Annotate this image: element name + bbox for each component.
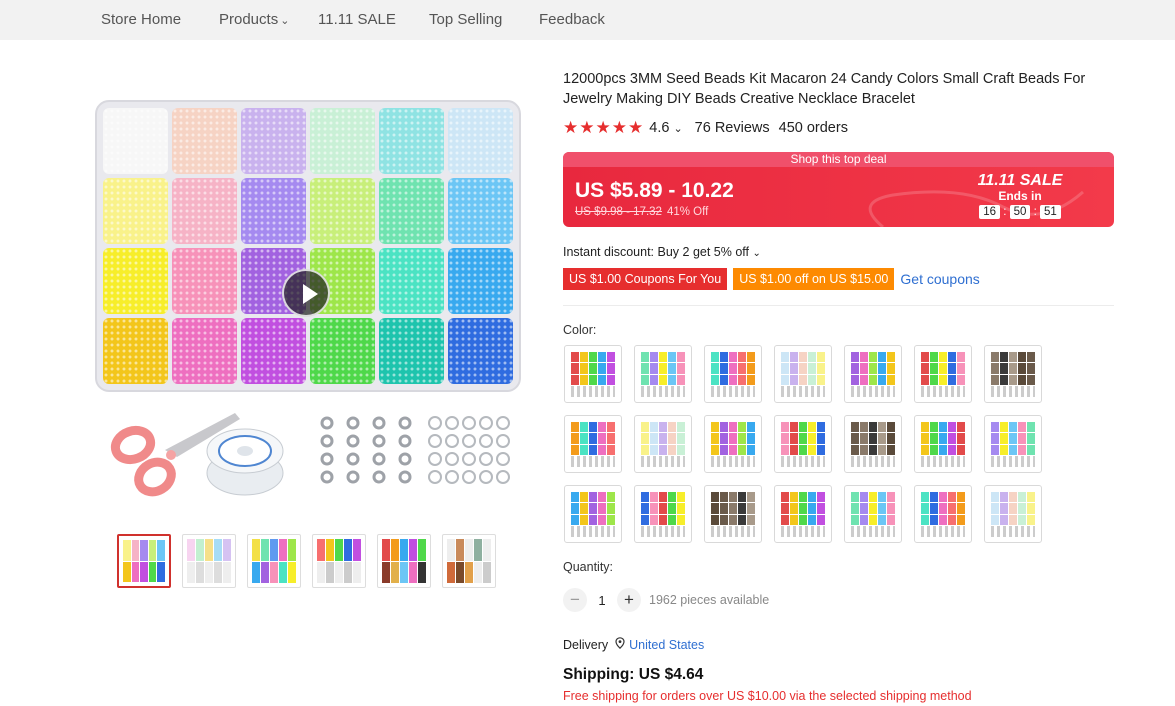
location-pin-icon xyxy=(615,637,625,652)
timer-hours: 16 xyxy=(979,205,1000,219)
delivery-row: Delivery United States xyxy=(563,637,704,652)
nav-1111-sale[interactable]: 11.11 SALE xyxy=(318,11,396,28)
chevron-down-icon: ⌄ xyxy=(752,248,761,259)
color-option-4[interactable] xyxy=(774,345,832,403)
jump-rings xyxy=(428,416,510,484)
timer-minutes: 50 xyxy=(1009,205,1031,219)
nav-products-label: Products xyxy=(219,11,279,28)
star-icon: ★ xyxy=(579,118,595,137)
timer-separator: : xyxy=(1033,206,1037,218)
color-option-11[interactable] xyxy=(774,415,832,473)
nav-store-home[interactable]: Store Home xyxy=(101,11,181,28)
coupon-row: US $1.00 Coupons For You US $1.00 off on… xyxy=(563,268,980,290)
star-icon: ★ xyxy=(595,118,611,137)
thumbnail-4[interactable] xyxy=(312,534,366,588)
free-shipping-note: Free shipping for orders over US $10.00 … xyxy=(563,689,972,703)
sale-price: US $5.89 - 10.22 xyxy=(575,179,734,202)
nav-products[interactable]: Products ⌄ xyxy=(219,11,289,28)
get-coupons-link[interactable]: Get coupons xyxy=(900,271,979,287)
store-nav-bar: Store Home Products ⌄ 11.11 SALE Top Sell… xyxy=(0,0,1175,40)
color-option-5[interactable] xyxy=(844,345,902,403)
color-option-8[interactable] xyxy=(564,415,622,473)
chevron-down-icon: ⌄ xyxy=(280,15,290,27)
countdown-timer: 16 : 50 : 51 xyxy=(970,205,1070,219)
orders-count: 450 orders xyxy=(778,120,848,136)
delivery-label: Delivery xyxy=(563,637,609,652)
instant-discount[interactable]: Instant discount: Buy 2 get 5% off ⌄ xyxy=(563,245,761,259)
ends-in-label: Ends in xyxy=(998,189,1042,203)
reviews-link[interactable]: 76 Reviews xyxy=(695,120,770,136)
color-option-3[interactable] xyxy=(704,345,762,403)
color-option-19[interactable] xyxy=(844,485,902,543)
rating-number: 4.6 xyxy=(649,120,670,136)
sale-title: 11.11 SALE xyxy=(977,172,1063,189)
rating-value[interactable]: 4.6 ⌄ xyxy=(649,120,682,136)
sale-countdown: 11.11 SALE Ends in 16 : 50 : 51 xyxy=(970,172,1070,219)
color-option-16[interactable] xyxy=(634,485,692,543)
delivery-country-link[interactable]: United States xyxy=(629,638,704,652)
color-option-1[interactable] xyxy=(564,345,622,403)
shipping-price: Shipping: US $4.64 xyxy=(563,666,704,683)
color-option-7[interactable] xyxy=(984,345,1042,403)
increase-quantity-button[interactable]: + xyxy=(617,588,641,612)
color-option-15[interactable] xyxy=(564,485,622,543)
timer-seconds: 51 xyxy=(1040,205,1061,219)
timer-separator: : xyxy=(1003,206,1007,218)
quantity-stepper: − 1 + 1962 pieces available xyxy=(563,588,769,612)
decrease-quantity-button[interactable]: − xyxy=(563,588,587,612)
star-icon: ★ xyxy=(628,118,644,137)
color-option-21[interactable] xyxy=(984,485,1042,543)
top-deal-banner: Shop this top deal US $5.89 - 10.22 US $… xyxy=(563,152,1114,227)
color-option-14[interactable] xyxy=(984,415,1042,473)
thumbnail-5[interactable] xyxy=(377,534,431,588)
strikethrough-price: US $9.98 - 17.32 xyxy=(575,206,662,218)
color-label: Color: xyxy=(563,323,597,337)
color-option-20[interactable] xyxy=(914,485,972,543)
color-option-9[interactable] xyxy=(634,415,692,473)
divider xyxy=(563,305,1114,306)
bead-tray-image xyxy=(95,100,521,392)
thumbnail-3[interactable] xyxy=(247,534,301,588)
deal-header: Shop this top deal xyxy=(563,152,1114,167)
color-option-10[interactable] xyxy=(704,415,762,473)
original-price: US $9.98 - 17.32 41% Off xyxy=(575,206,708,218)
video-play-icon[interactable] xyxy=(282,269,330,317)
thumbnail-6[interactable] xyxy=(442,534,496,588)
chevron-down-icon: ⌄ xyxy=(673,123,683,135)
color-option-18[interactable] xyxy=(774,485,832,543)
discount-percent: 41% Off xyxy=(666,206,709,218)
thumbnail-1[interactable] xyxy=(117,534,171,588)
thumbnail-2[interactable] xyxy=(182,534,236,588)
star-icon: ★ xyxy=(611,118,627,137)
instant-discount-text: Instant discount: Buy 2 get 5% off xyxy=(563,245,749,259)
nav-feedback[interactable]: Feedback xyxy=(539,11,605,28)
accessories-image xyxy=(110,413,510,497)
product-title: 12000pcs 3MM Seed Beads Kit Macaron 24 C… xyxy=(563,71,1086,107)
color-option-12[interactable] xyxy=(844,415,902,473)
pieces-available: 1962 pieces available xyxy=(649,593,770,607)
color-option-17[interactable] xyxy=(704,485,762,543)
main-product-image[interactable] xyxy=(95,100,521,510)
coupon-for-you[interactable]: US $1.00 Coupons For You xyxy=(563,268,728,290)
rating-row: ★ ★ ★ ★ ★ 4.6 ⌄ 76 Reviews 450 orders xyxy=(563,118,848,137)
elastic-thread-spool xyxy=(206,428,284,496)
clasps xyxy=(320,416,412,484)
quantity-label: Quantity: xyxy=(563,560,614,574)
nav-top-selling[interactable]: Top Selling xyxy=(429,11,502,28)
quantity-input[interactable]: 1 xyxy=(587,593,617,608)
color-option-6[interactable] xyxy=(914,345,972,403)
coupon-off[interactable]: US $1.00 off on US $15.00 xyxy=(733,268,895,290)
color-option-13[interactable] xyxy=(914,415,972,473)
star-icon: ★ xyxy=(563,118,579,137)
color-option-2[interactable] xyxy=(634,345,692,403)
